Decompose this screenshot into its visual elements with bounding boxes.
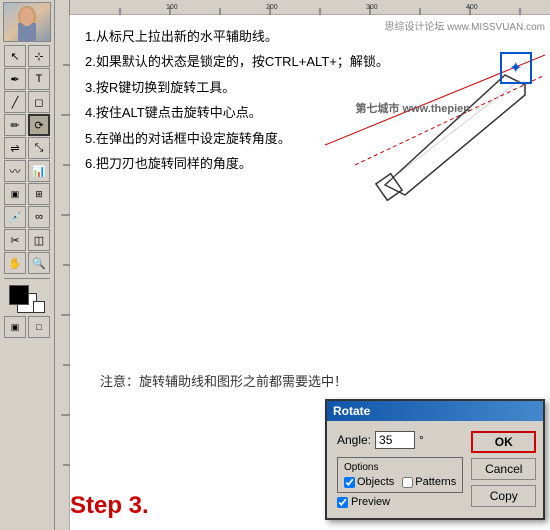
angle-label: Angle: xyxy=(337,433,371,447)
tool-warp[interactable]: 〰 xyxy=(4,160,26,182)
tool-rotate[interactable]: ⟳ xyxy=(28,114,50,136)
tool-fill[interactable]: ▣ xyxy=(4,316,26,338)
preview-label: Preview xyxy=(351,496,390,508)
svg-text:✦: ✦ xyxy=(509,60,522,77)
knife-drawing: ✦ xyxy=(325,45,545,205)
tool-hand[interactable]: ✋ xyxy=(4,252,26,274)
svg-text:200: 200 xyxy=(266,4,278,11)
objects-label: Objects xyxy=(357,476,394,488)
cancel-button[interactable]: Cancel xyxy=(471,458,536,480)
tool-row: 〰 📊 xyxy=(4,160,50,182)
svg-text:100: 100 xyxy=(166,4,178,11)
tool-type[interactable]: T xyxy=(28,68,50,90)
tool-row: ✒ T xyxy=(4,68,50,90)
dialog-title-bar: Rotate xyxy=(327,401,543,421)
tool-blend[interactable]: ∞ xyxy=(28,206,50,228)
tool-line[interactable]: ╱ xyxy=(4,91,26,113)
dialog-buttons: OK Cancel Copy xyxy=(471,431,536,508)
watermark-center: 第七城市 www.thepien xyxy=(356,100,471,116)
objects-checkbox-item: Objects xyxy=(344,476,394,488)
toolbar-divider xyxy=(4,278,50,279)
ruler-top: 100 200 300 400 xyxy=(55,0,550,15)
options-title: Options xyxy=(344,462,456,473)
svg-text:400: 400 xyxy=(466,4,478,11)
tool-row: ⇌ ⤡ xyxy=(4,137,50,159)
tool-rect[interactable]: ◻ xyxy=(28,91,50,113)
tool-gradient[interactable]: ▣ xyxy=(4,183,26,205)
main-container: ↖ ⊹ ✒ T ╱ ◻ ✏ ⟳ ⇌ ⤡ 〰 📊 ▣ ⊞ 💉 ∞ xyxy=(0,0,550,530)
tool-direct-select[interactable]: ⊹ xyxy=(28,45,50,67)
tool-row: 💉 ∞ xyxy=(4,206,50,228)
angle-input[interactable] xyxy=(375,431,415,449)
tool-row: ✏ ⟳ xyxy=(4,114,50,136)
dialog-body: Angle: ° Options Objects xyxy=(327,421,543,518)
cancel-label: Cancel xyxy=(485,462,522,476)
tool-row: ✂ ◫ xyxy=(4,229,50,251)
tool-zoom[interactable]: 🔍 xyxy=(28,252,50,274)
tool-screen[interactable]: □ xyxy=(28,316,50,338)
tool-select[interactable]: ↖ xyxy=(4,45,26,67)
dialog-title: Rotate xyxy=(333,404,370,418)
tool-scissors[interactable]: ✂ xyxy=(4,229,26,251)
checkbox-row: Objects Patterns xyxy=(344,476,456,488)
canvas-area: 100 200 300 400 xyxy=(55,0,550,530)
degree-symbol: ° xyxy=(419,433,424,447)
color-swatches[interactable] xyxy=(9,285,45,313)
tool-row: ▣ □ xyxy=(4,316,50,338)
tool-eraser[interactable]: ◫ xyxy=(28,229,50,251)
dialog-left: Angle: ° Options Objects xyxy=(337,431,463,508)
toolbar: ↖ ⊹ ✒ T ╱ ◻ ✏ ⟳ ⇌ ⤡ 〰 📊 ▣ ⊞ 💉 ∞ xyxy=(0,0,55,530)
svg-text:300: 300 xyxy=(366,4,378,11)
tool-row: ↖ ⊹ xyxy=(4,45,50,67)
patterns-checkbox[interactable] xyxy=(402,477,413,488)
tool-graph[interactable]: 📊 xyxy=(28,160,50,182)
step-label-text: Step 3. xyxy=(70,492,149,519)
options-group: Options Objects Patterns xyxy=(337,457,463,493)
ok-label: OK xyxy=(495,435,513,449)
preview-checkbox[interactable] xyxy=(337,497,348,508)
step-label: Step 3. xyxy=(70,492,149,520)
tool-row: ▣ ⊞ xyxy=(4,183,50,205)
tool-mesh[interactable]: ⊞ xyxy=(28,183,50,205)
tool-paintbrush[interactable]: ✏ xyxy=(4,114,26,136)
copy-button[interactable]: Copy xyxy=(471,485,536,507)
tool-scale[interactable]: ⤡ xyxy=(28,137,50,159)
tool-pen[interactable]: ✒ xyxy=(4,68,26,90)
notice-label: 注意：旋转辅助线和图形之前都需要选中！ xyxy=(100,374,347,389)
patterns-label: Patterns xyxy=(415,476,456,488)
copy-label: Copy xyxy=(490,489,518,503)
ruler-left xyxy=(55,0,70,530)
tool-row: ✋ 🔍 xyxy=(4,252,50,274)
ok-button[interactable]: OK xyxy=(471,431,536,453)
preview-row: Preview xyxy=(337,496,463,508)
avatar xyxy=(3,2,51,42)
watermark-center-text: 第七城市 www.thepien xyxy=(356,103,471,115)
patterns-checkbox-item: Patterns xyxy=(402,476,456,488)
tool-row: ╱ ◻ xyxy=(4,91,50,113)
rotate-dialog: Rotate Angle: ° Options Objects xyxy=(325,399,545,520)
objects-checkbox[interactable] xyxy=(344,477,355,488)
angle-row: Angle: ° xyxy=(337,431,463,449)
notice-text: 注意：旋转辅助线和图形之前都需要选中！ xyxy=(100,371,347,390)
tool-eyedropper[interactable]: 💉 xyxy=(4,206,26,228)
tool-reflect[interactable]: ⇌ xyxy=(4,137,26,159)
